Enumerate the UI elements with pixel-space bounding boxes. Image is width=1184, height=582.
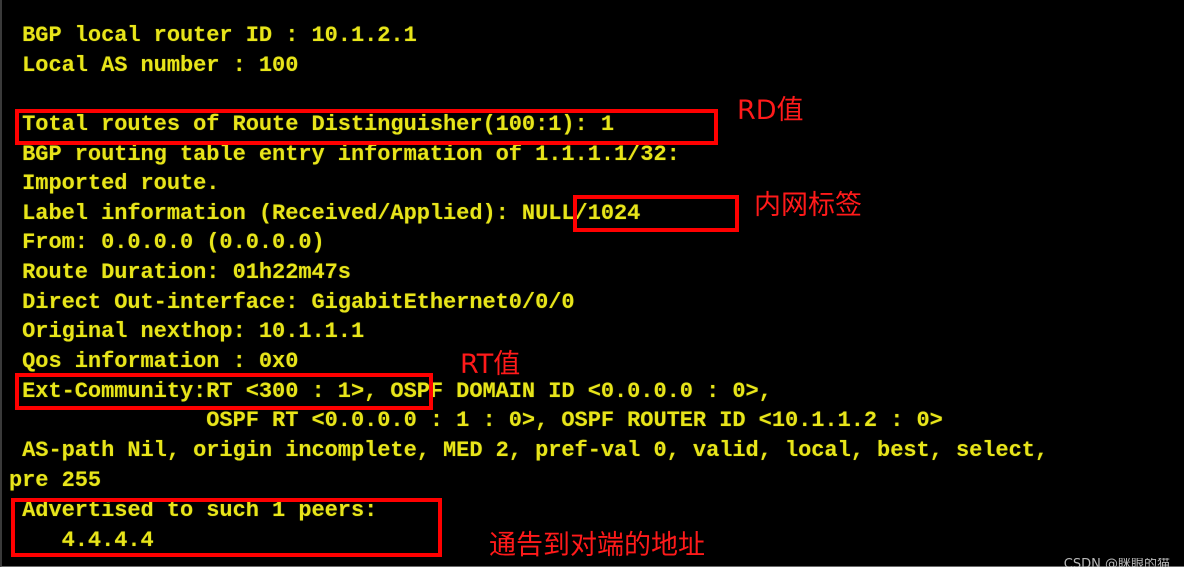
- terminal-line-routing-entry: BGP routing table entry information of 1…: [9, 142, 680, 167]
- advertised-annotation: 通告到对端的地址: [489, 530, 705, 561]
- rd-highlight-box: [15, 109, 718, 145]
- rt-highlight-box: [15, 373, 433, 410]
- terminal-line-router-id: BGP local router ID : 10.1.2.1: [9, 23, 417, 48]
- terminal-line-from: From: 0.0.0.0 (0.0.0.0): [9, 230, 325, 255]
- watermark: CSDN @眯眼的猫: [1063, 558, 1170, 567]
- terminal-line-pre: pre 255: [9, 468, 102, 493]
- terminal-line-duration: Route Duration: 01h22m47s: [9, 260, 351, 285]
- rt-annotation: RT值: [460, 349, 521, 380]
- advertised-highlight-box: [11, 498, 442, 557]
- inner-label-annotation: 内网标签: [754, 190, 862, 221]
- terminal-line-out-interface: Direct Out-interface: GigabitEthernet0/0…: [9, 290, 575, 315]
- rd-annotation: RD值: [737, 95, 804, 126]
- label-highlight-box: [573, 195, 739, 232]
- terminal-line-ospf-rt: OSPF RT <0.0.0.0 : 1 : 0>, OSPF ROUTER I…: [9, 408, 943, 433]
- terminal-line-label-info: Label information (Received/Applied): NU…: [9, 201, 641, 226]
- terminal-line-qos: Qos information : 0x0: [9, 349, 299, 374]
- terminal-output: BGP local router ID : 10.1.2.1 Local AS …: [0, 0, 1184, 567]
- terminal-line-imported: Imported route.: [9, 171, 220, 196]
- terminal-line-local-as: Local AS number : 100: [9, 53, 299, 78]
- terminal-line-nexthop: Original nexthop: 10.1.1.1: [9, 319, 365, 344]
- terminal-line-as-path: AS-path Nil, origin incomplete, MED 2, p…: [9, 438, 1049, 463]
